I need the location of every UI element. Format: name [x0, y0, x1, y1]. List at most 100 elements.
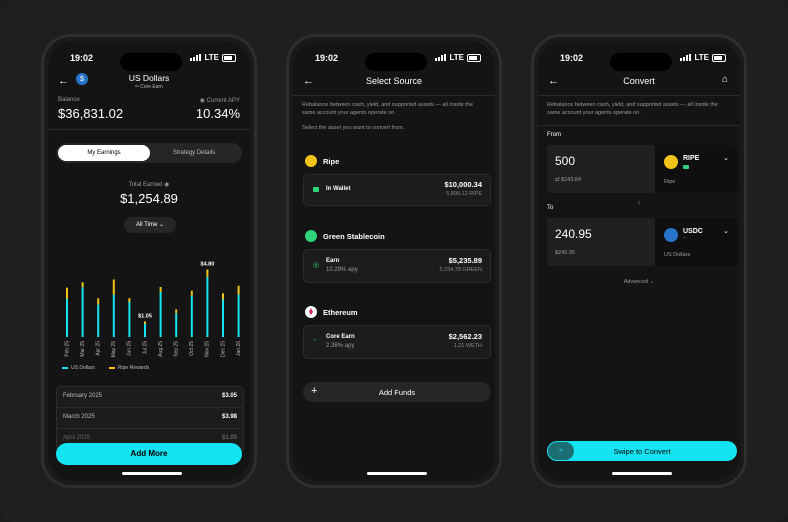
ripe-icon — [305, 155, 317, 167]
x-tick-label: Jun 25 — [127, 341, 133, 356]
balance-label: Balance — [58, 97, 80, 103]
x-tick-label: Apr 25 — [96, 341, 102, 356]
status-time: 19:02 — [560, 53, 584, 63]
green-icon — [305, 230, 317, 242]
bar-ripe-rewards — [97, 298, 100, 305]
add-funds-label: Add Funds — [378, 388, 416, 397]
dynamic-island — [610, 53, 672, 71]
tab-bar: My Earnings Strategy Details — [56, 143, 242, 163]
chart-legend: US Dollars Ripe Rewards — [62, 365, 149, 371]
status-bar: 19:02 LTE — [48, 49, 250, 71]
add-funds-button[interactable]: + Add Funds — [303, 382, 491, 402]
bar-ripe-rewards — [175, 309, 178, 314]
battery-icon — [467, 53, 481, 62]
to-panel: 240.95 $240.95 USDC ⁺ ⌄ US Dollars — [547, 218, 737, 266]
network-label: LTE — [449, 53, 464, 62]
from-token-symbol: RIPE — [683, 155, 700, 162]
home-indicator — [612, 472, 672, 475]
bar-ripe-rewards — [222, 293, 224, 300]
swap-arrow-icon[interactable]: ↓ — [538, 199, 740, 206]
x-tick-label: Sep 25 — [174, 341, 180, 357]
month-label: April 2025 — [63, 435, 91, 441]
swipe-to-convert-slider[interactable]: » Swipe to Convert — [547, 441, 737, 461]
from-label: From — [547, 132, 561, 138]
x-tick-label: May 25 — [111, 341, 117, 358]
x-tick-label: Feb 25 — [64, 341, 70, 357]
advanced-toggle[interactable]: Advanced ⌄ — [538, 279, 740, 285]
row-sub: 10.29% apy — [326, 267, 358, 273]
signal-icon — [435, 54, 447, 61]
dynamic-island — [365, 53, 427, 71]
from-token-name: Ripe — [664, 179, 676, 185]
to-token-select[interactable]: USDC ⁺ ⌄ US Dollars — [655, 218, 737, 266]
group-green-title: Green Stablecoin — [305, 230, 385, 242]
status-bar: 19:02 LTE — [538, 49, 740, 71]
phone-select-source: 19:02 LTE ← Select Source Rebalance betw… — [286, 34, 502, 488]
x-tick-label: Oct 25 — [189, 341, 195, 356]
bar-us-dollars — [144, 323, 146, 337]
bar-us-dollars — [159, 292, 162, 337]
source-row-green-earn[interactable]: ◎ Earn 10.29% apy $5,235.89 5,234.78 GREE… — [303, 249, 491, 283]
tab-strategy-details[interactable]: Strategy Details — [148, 145, 240, 161]
row-value: $10,000.34 — [444, 180, 482, 189]
month-value: $1.05 — [221, 435, 237, 441]
token-badge — [683, 165, 689, 169]
row-amount: 5,899.12 RIPE — [446, 191, 482, 197]
bar-us-dollars — [190, 295, 193, 337]
from-token-select[interactable]: RIPE ⌄ Ripe — [655, 145, 737, 193]
bar-us-dollars — [97, 304, 100, 337]
x-tick-label: Jan 26 — [236, 341, 242, 356]
status-time: 19:02 — [70, 53, 94, 63]
source-row-eth-core-earn[interactable]: ⁺ Core Earn 2.38% apy $2,562.23 1.21 WETH — [303, 325, 491, 359]
page-title: Select Source — [365, 76, 423, 86]
bar-us-dollars — [206, 277, 209, 337]
wallet-icon — [313, 187, 319, 192]
month-value: $3.98 — [221, 414, 237, 420]
to-label: To — [547, 205, 554, 211]
status-time: 19:02 — [315, 53, 339, 63]
x-tick-label: Dec 25 — [220, 341, 226, 357]
bar-ripe-rewards — [237, 285, 240, 295]
page-title: Convert — [623, 76, 655, 86]
header: ← Convert ⌂ — [538, 71, 740, 93]
row-value: $2,562.23 — [448, 332, 482, 341]
bar-us-dollars — [237, 294, 240, 337]
row-value: $5,235.89 — [448, 256, 482, 265]
total-earned-label: Total Earned — [128, 182, 163, 188]
home-icon[interactable]: ⌂ — [722, 74, 728, 85]
from-amount-input[interactable]: 500 — [555, 154, 575, 168]
to-token-symbol: USDC — [683, 228, 703, 235]
network-label: LTE — [694, 53, 709, 62]
to-token-name: US Dollars — [664, 252, 691, 258]
info-icon: ◉ — [164, 182, 170, 188]
description: Rebalance between cash, yield, and suppo… — [302, 102, 473, 116]
month-value: $3.05 — [221, 393, 237, 399]
dynamic-island — [120, 53, 182, 71]
to-amount: 240.95 — [555, 227, 592, 241]
battery-icon — [222, 53, 236, 62]
phone-earnings: 19:02 LTE ← $ US Dollars ᵘˢ Core Earn Ba… — [41, 34, 257, 488]
x-tick-label: Nov 25 — [205, 341, 211, 357]
from-usd-value: ⇄ $243.84 — [555, 177, 582, 183]
row-amount: 5,234.78 GREEN — [439, 267, 483, 273]
group-ripe-title: Ripe — [305, 155, 339, 167]
to-usd-value: $240.95 — [555, 250, 575, 256]
tab-my-earnings[interactable]: My Earnings — [58, 145, 150, 161]
period-value: All Time — [135, 222, 158, 228]
legend-ripe-rewards: Ripe Rewards — [108, 365, 149, 371]
x-tick-label: Mar 25 — [80, 341, 86, 357]
source-row-ripe-wallet[interactable]: In Wallet $10,000.34 5,899.12 RIPE — [303, 174, 491, 206]
chevron-down-icon: ⌄ — [723, 155, 729, 162]
data-label: $4.80 — [201, 262, 215, 268]
period-select[interactable]: All Time ⌄ — [124, 217, 176, 233]
apy-info-icon: ◉ — [199, 98, 207, 104]
add-more-button[interactable]: Add More — [56, 443, 242, 465]
yield-badge-icon: ⁺ — [683, 236, 686, 242]
status-bar: 19:02 LTE — [293, 49, 495, 71]
battery-icon — [712, 53, 726, 62]
home-indicator — [122, 472, 182, 475]
usdc-token-icon — [664, 228, 678, 242]
group-ethereum-title: Ethereum — [305, 306, 358, 318]
x-tick-label: Aug 25 — [158, 341, 164, 357]
data-label: $1.05 — [138, 313, 152, 319]
